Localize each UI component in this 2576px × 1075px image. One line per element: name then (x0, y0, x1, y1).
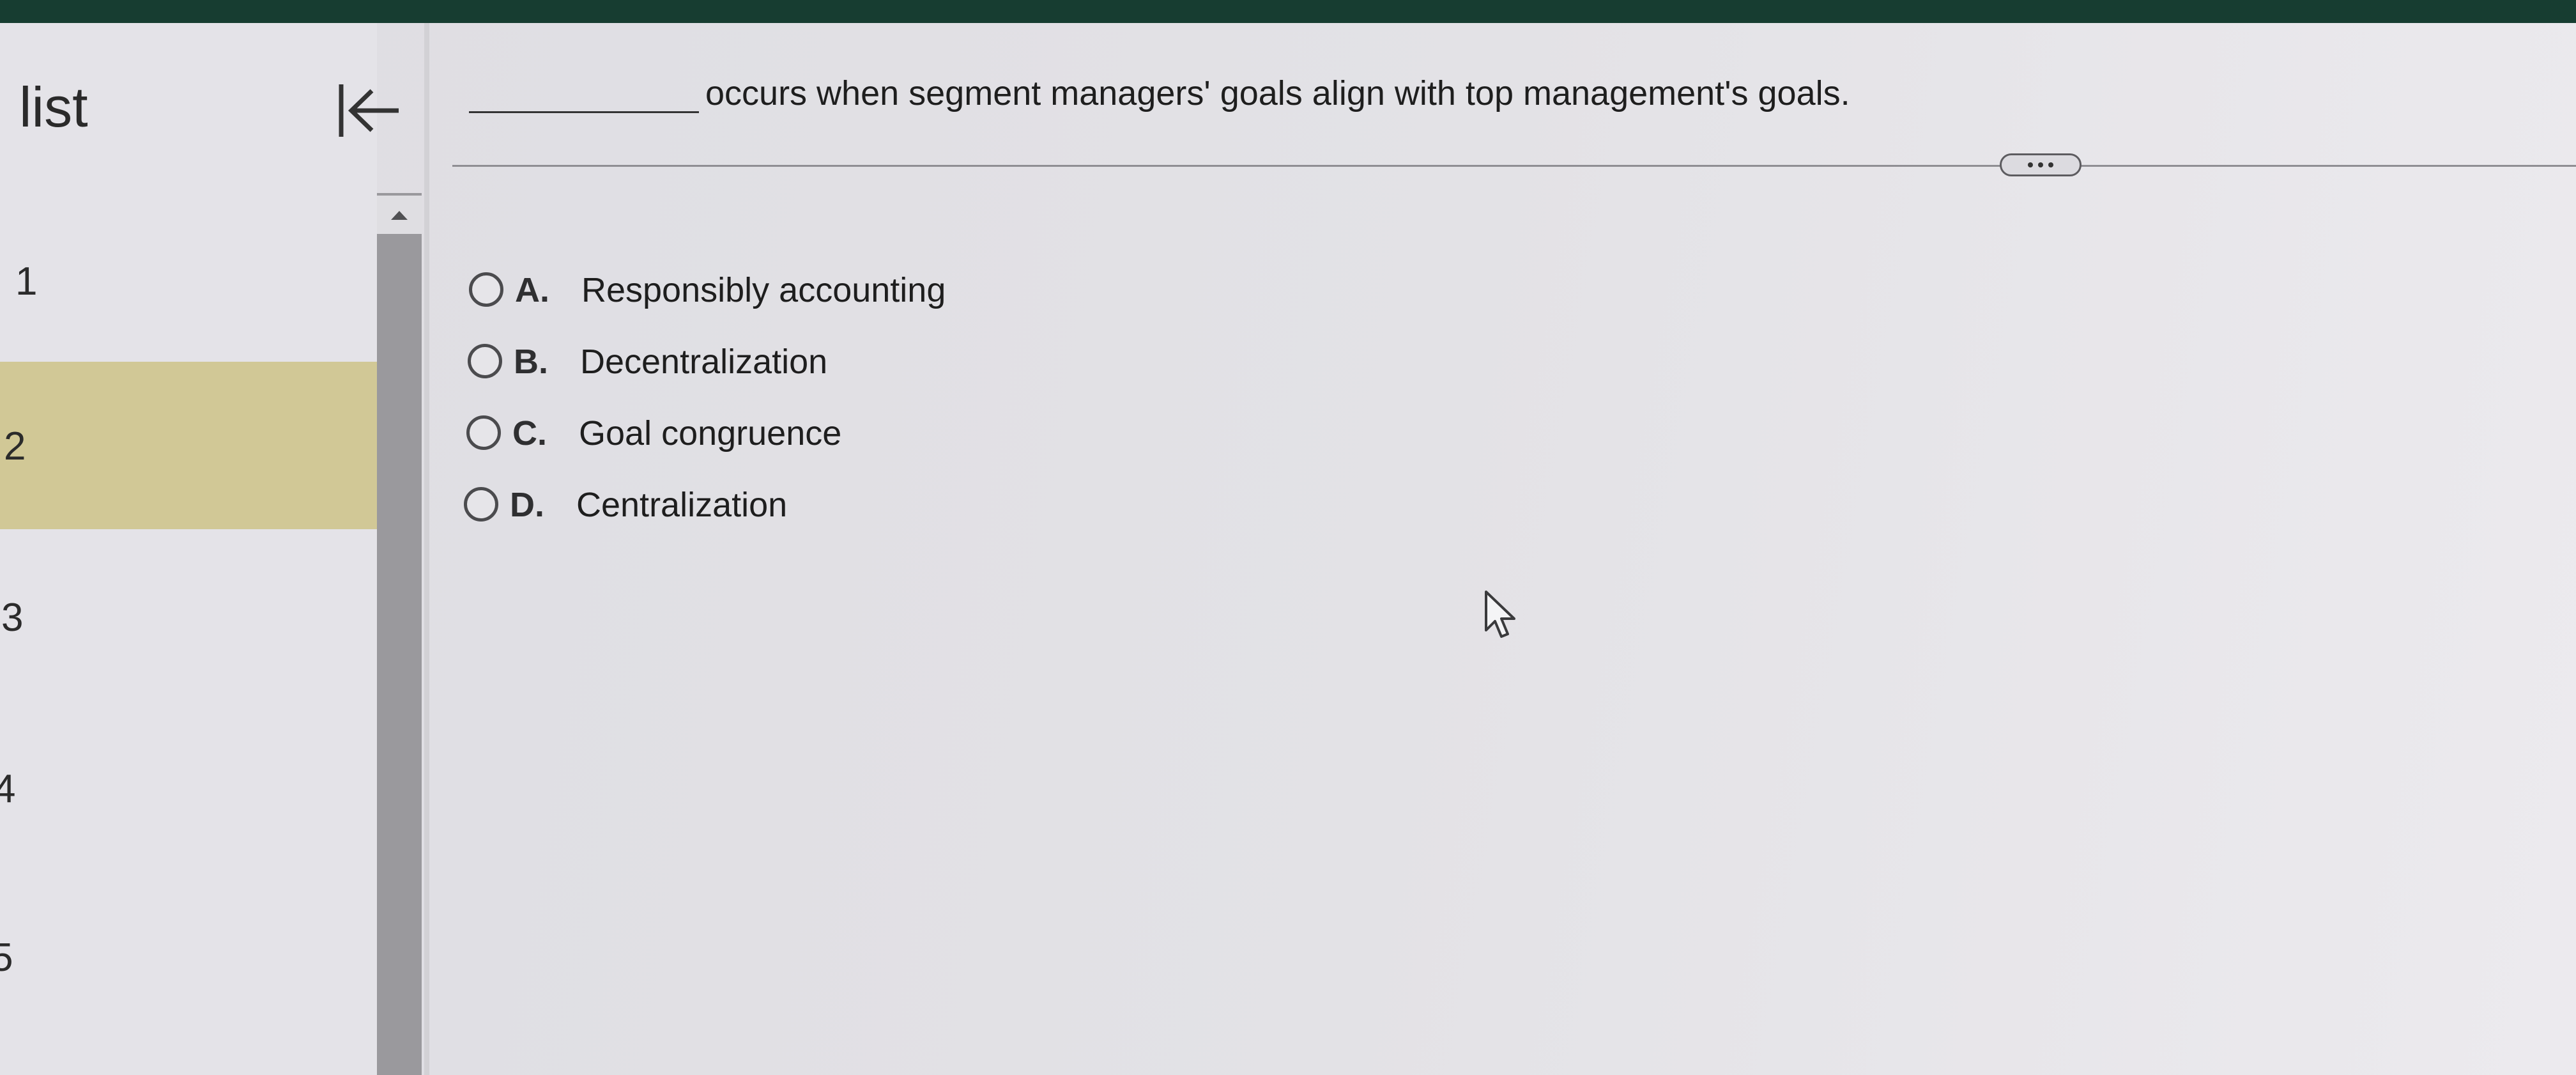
question-number: 5 (0, 936, 13, 980)
screen: list 1 2 3 4 5 occurs when segment manag… (0, 0, 2576, 1075)
question-list-item-2-selected[interactable]: 2 (0, 362, 377, 529)
option-text: Centralization (576, 486, 788, 524)
sidebar-divider (424, 23, 429, 1075)
option-letter: D. (510, 486, 544, 524)
question-number: 2 (4, 424, 26, 468)
question-list-item-4[interactable]: 4 (0, 697, 377, 864)
question-number: 3 (1, 596, 24, 640)
radio-button-d[interactable] (464, 487, 498, 522)
question-list-item-3[interactable]: 3 (0, 529, 377, 697)
question-text: occurs when segment managers' goals alig… (705, 74, 1850, 112)
option-text: Decentralization (580, 343, 828, 381)
sidebar-title: list (19, 75, 88, 139)
radio-button-a[interactable] (469, 272, 503, 307)
option-letter: C. (512, 414, 547, 452)
question-panel: occurs when segment managers' goals alig… (429, 23, 2576, 1075)
radio-button-b[interactable] (468, 344, 502, 378)
option-letter: A. (515, 271, 549, 309)
question-number: 4 (0, 767, 16, 811)
more-options-button[interactable] (2000, 153, 2082, 176)
option-letter: B. (514, 343, 548, 381)
question-divider (452, 165, 2576, 167)
scroll-up-button[interactable] (377, 196, 422, 234)
collapse-left-icon (339, 84, 399, 137)
collapse-sidebar-button[interactable] (332, 82, 402, 139)
mouse-pointer-icon (1483, 591, 1519, 639)
radio-button-c[interactable] (466, 415, 501, 450)
answer-option-a[interactable]: A. Responsibly accounting (469, 263, 1044, 314)
window-top-bar (0, 0, 2576, 23)
option-text: Goal congruence (579, 414, 842, 452)
answer-option-c[interactable]: C. Goal congruence (466, 406, 1041, 458)
question-list-item-5[interactable]: 5 (0, 864, 377, 1032)
question-blank-line (469, 87, 699, 113)
sidebar-scrollbar[interactable] (377, 193, 422, 1075)
answer-option-d[interactable]: D. Centralization (464, 478, 1039, 529)
option-text: Responsibly accounting (581, 271, 946, 309)
scroll-up-arrow-icon (391, 211, 408, 220)
question-list-item-1[interactable]: 1 (0, 192, 377, 359)
answer-option-b[interactable]: B. Decentralization (468, 335, 1043, 386)
question-list-sidebar: list 1 2 3 4 5 (0, 23, 399, 1075)
ellipsis-icon (2028, 162, 2053, 167)
question-number: 1 (15, 259, 38, 304)
